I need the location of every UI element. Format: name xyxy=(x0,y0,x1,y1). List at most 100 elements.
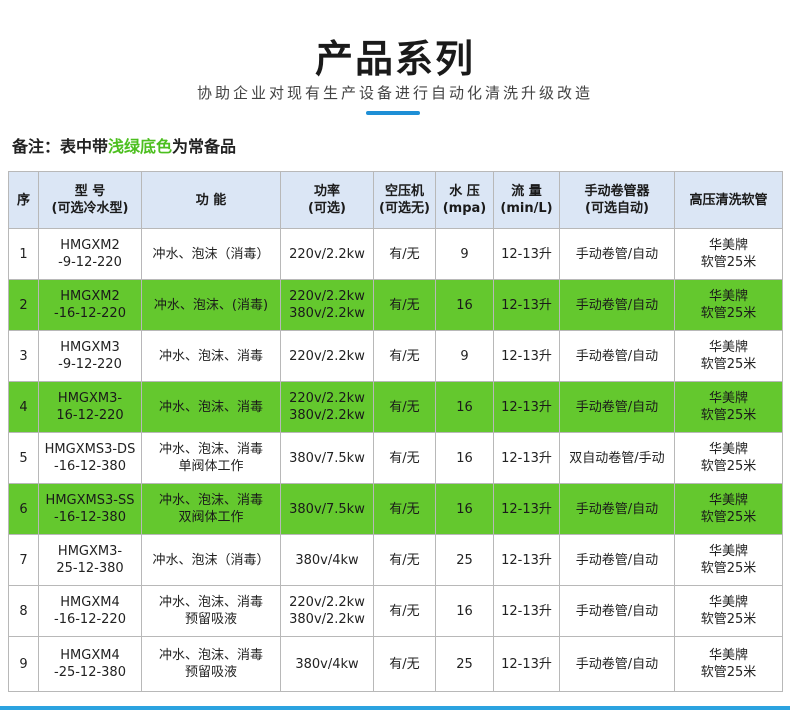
table-row: 7 HMGXM3- 25-12-380 冲水、泡沫（消毒） 380v/4kw 有/无 25… xyxy=(8,534,783,586)
index-cell: 3 xyxy=(8,330,39,382)
power-cell: 380v/7.5kw xyxy=(280,483,374,535)
index-cell: 7 xyxy=(8,534,39,586)
flow-cell: 12-13升 xyxy=(493,228,560,280)
title-accent-bar xyxy=(366,111,420,115)
hose-cell: 华美牌 软管25米 xyxy=(674,585,783,637)
col-header-index: 序 xyxy=(8,171,39,229)
flow-cell: 12-13升 xyxy=(493,279,560,331)
model-cell: HMGXM2 -9-12-220 xyxy=(38,228,142,280)
power-cell: 380v/7.5kw xyxy=(280,432,374,484)
power-cell: 220v/2.2kw xyxy=(280,228,374,280)
model-cell: HMGXM2 -16-12-220 xyxy=(38,279,142,331)
power-cell: 380v/4kw xyxy=(280,534,374,586)
hose-cell: 华美牌 软管25米 xyxy=(674,228,783,280)
function-cell: 冲水、泡沫、(消毒) xyxy=(141,279,281,331)
reel-cell: 手动卷管/自动 xyxy=(559,228,675,280)
bottom-accent-bar xyxy=(0,706,790,710)
col-header-function: 功 能 xyxy=(141,171,281,229)
table-note: 备注：表中带浅绿底色为常备品 xyxy=(12,133,236,157)
flow-cell: 12-13升 xyxy=(493,534,560,586)
note-highlight: 浅绿底色 xyxy=(108,137,173,156)
pressure-cell: 16 xyxy=(435,279,494,331)
compressor-cell: 有/无 xyxy=(373,330,436,382)
product-series-page: 产品系列 协助企业对现有生产设备进行自动化清洗升级改造 备注：表中带浅绿底色为常… xyxy=(0,0,790,713)
reel-cell: 手动卷管/自动 xyxy=(559,585,675,637)
note-prefix: 备注：表中带 xyxy=(12,137,109,156)
table-row: 2 HMGXM2 -16-12-220 冲水、泡沫、(消毒) 220v/2.2kw 3… xyxy=(8,279,783,331)
flow-cell: 12-13升 xyxy=(493,483,560,535)
hose-cell: 华美牌 软管25米 xyxy=(674,330,783,382)
model-cell: HMGXM3- 25-12-380 xyxy=(38,534,142,586)
col-header-power: 功率 (可选) xyxy=(280,171,374,229)
index-cell: 9 xyxy=(8,636,39,692)
power-cell: 220v/2.2kw 380v/2.2kw xyxy=(280,279,374,331)
note-suffix: 为常备品 xyxy=(172,137,237,156)
model-cell: HMGXM4 -25-12-380 xyxy=(38,636,142,692)
col-header-reel: 手动卷管器 (可选自动) xyxy=(559,171,675,229)
flow-cell: 12-13升 xyxy=(493,381,560,433)
reel-cell: 手动卷管/自动 xyxy=(559,381,675,433)
col-header-pressure: 水 压 (mpa) xyxy=(435,171,494,229)
pressure-cell: 25 xyxy=(435,534,494,586)
index-cell: 2 xyxy=(8,279,39,331)
hose-cell: 华美牌 软管25米 xyxy=(674,432,783,484)
hose-cell: 华美牌 软管25米 xyxy=(674,636,783,692)
compressor-cell: 有/无 xyxy=(373,432,436,484)
flow-cell: 12-13升 xyxy=(493,636,560,692)
col-header-hose: 高压清洗软管 xyxy=(674,171,783,229)
reel-cell: 手动卷管/自动 xyxy=(559,534,675,586)
index-cell: 8 xyxy=(8,585,39,637)
hose-cell: 华美牌 软管25米 xyxy=(674,483,783,535)
compressor-cell: 有/无 xyxy=(373,228,436,280)
power-cell: 220v/2.2kw 380v/2.2kw xyxy=(280,381,374,433)
reel-cell: 手动卷管/自动 xyxy=(559,330,675,382)
table-row: 5 HMGXMS3-DS -16-12-380 冲水、泡沫、消毒 单阀体工作 380v… xyxy=(8,432,783,484)
col-header-model: 型 号 (可选冷水型) xyxy=(38,171,142,229)
compressor-cell: 有/无 xyxy=(373,534,436,586)
flow-cell: 12-13升 xyxy=(493,585,560,637)
pressure-cell: 16 xyxy=(435,432,494,484)
table-row: 4 HMGXM3- 16-12-220 冲水、泡沫、消毒 220v/2.2kw 380… xyxy=(8,381,783,433)
model-cell: HMGXM4 -16-12-220 xyxy=(38,585,142,637)
function-cell: 冲水、泡沫、消毒 xyxy=(141,330,281,382)
compressor-cell: 有/无 xyxy=(373,279,436,331)
function-cell: 冲水、泡沫、消毒 双阀体工作 xyxy=(141,483,281,535)
function-cell: 冲水、泡沫（消毒） xyxy=(141,534,281,586)
pressure-cell: 9 xyxy=(435,228,494,280)
hose-cell: 华美牌 软管25米 xyxy=(674,279,783,331)
model-cell: HMGXMS3-SS -16-12-380 xyxy=(38,483,142,535)
index-cell: 1 xyxy=(8,228,39,280)
hose-cell: 华美牌 软管25米 xyxy=(674,534,783,586)
model-cell: HMGXM3- 16-12-220 xyxy=(38,381,142,433)
col-header-compressor: 空压机 (可选无) xyxy=(373,171,436,229)
table-row: 1 HMGXM2 -9-12-220 冲水、泡沫（消毒） 220v/2.2kw 有/无 9… xyxy=(8,228,783,280)
model-cell: HMGXM3 -9-12-220 xyxy=(38,330,142,382)
power-cell: 220v/2.2kw 380v/2.2kw xyxy=(280,585,374,637)
index-cell: 4 xyxy=(8,381,39,433)
model-cell: HMGXMS3-DS -16-12-380 xyxy=(38,432,142,484)
col-header-flow: 流 量 (min/L) xyxy=(493,171,560,229)
flow-cell: 12-13升 xyxy=(493,432,560,484)
pressure-cell: 16 xyxy=(435,381,494,433)
table-body: 1 HMGXM2 -9-12-220 冲水、泡沫（消毒） 220v/2.2kw 有/无 9… xyxy=(8,228,783,692)
pressure-cell: 9 xyxy=(435,330,494,382)
product-spec-table: 序 型 号 (可选冷水型) 功 能 功率 (可选) 空压机 (可选无) 水 压 … xyxy=(8,171,783,692)
compressor-cell: 有/无 xyxy=(373,636,436,692)
power-cell: 220v/2.2kw xyxy=(280,330,374,382)
compressor-cell: 有/无 xyxy=(373,585,436,637)
reel-cell: 手动卷管/自动 xyxy=(559,636,675,692)
function-cell: 冲水、泡沫、消毒 xyxy=(141,381,281,433)
function-cell: 冲水、泡沫（消毒） xyxy=(141,228,281,280)
table-header-row: 序 型 号 (可选冷水型) 功 能 功率 (可选) 空压机 (可选无) 水 压 … xyxy=(8,171,783,229)
function-cell: 冲水、泡沫、消毒 单阀体工作 xyxy=(141,432,281,484)
hose-cell: 华美牌 软管25米 xyxy=(674,381,783,433)
table-row: 3 HMGXM3 -9-12-220 冲水、泡沫、消毒 220v/2.2kw 有/无 9 1… xyxy=(8,330,783,382)
table-row: 9 HMGXM4 -25-12-380 冲水、泡沫、消毒 预留吸液 380v/4kw 有… xyxy=(8,636,783,692)
reel-cell: 双自动卷管/手动 xyxy=(559,432,675,484)
pressure-cell: 16 xyxy=(435,585,494,637)
page-title: 产品系列 xyxy=(314,37,475,81)
reel-cell: 手动卷管/自动 xyxy=(559,279,675,331)
pressure-cell: 25 xyxy=(435,636,494,692)
function-cell: 冲水、泡沫、消毒 预留吸液 xyxy=(141,636,281,692)
compressor-cell: 有/无 xyxy=(373,381,436,433)
